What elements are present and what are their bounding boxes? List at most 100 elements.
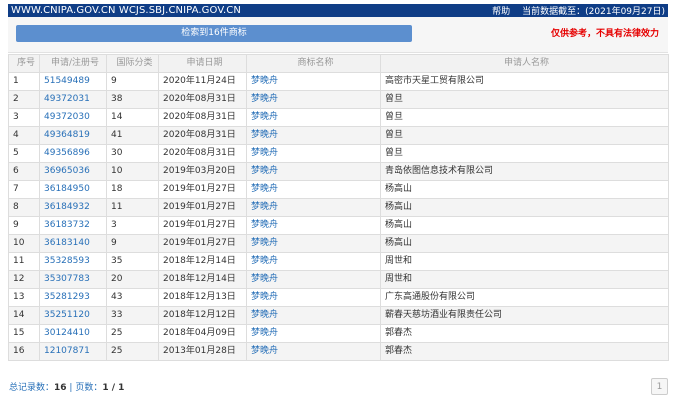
table-row: 3 49372030 14 2020年08月31日 梦晚舟 曾旦 (8, 108, 669, 127)
applicant-name: 杨高山 (380, 234, 669, 253)
table-row: 14 35251120 33 2018年12月12日 梦晚舟 蕲春天慈坊酒业有限责任公司 (8, 306, 669, 325)
header-applicant[interactable]: 申请人名称 (380, 54, 669, 73)
row-index: 1 (8, 72, 40, 91)
trademark-name-link[interactable]: 梦晚舟 (246, 252, 381, 271)
applicant-name: 曾旦 (380, 108, 669, 127)
pagination-summary: 总记录数：16 | 页数：1 / 1 (9, 380, 124, 393)
application-date: 2019年01月27日 (158, 198, 247, 217)
intl-class: 25 (106, 342, 159, 361)
header-reg-no[interactable]: 申请/注册号 (39, 54, 107, 73)
reg-number-link[interactable]: 35251120 (39, 306, 107, 325)
intl-class: 38 (106, 90, 159, 109)
table-row: 6 36965036 10 2019年03月20日 梦晚舟 青岛依图信息技术有限公司 (8, 162, 669, 181)
trademark-name-link[interactable]: 梦晚舟 (246, 234, 381, 253)
reg-number-link[interactable]: 49356896 (39, 144, 107, 163)
applicant-name: 郭春杰 (380, 342, 669, 361)
row-index: 6 (8, 162, 40, 181)
reg-number-link[interactable]: 36183732 (39, 216, 107, 235)
header-index[interactable]: 序号 (8, 54, 40, 73)
intl-class: 11 (106, 198, 159, 217)
reg-number-link[interactable]: 36184932 (39, 198, 107, 217)
application-date: 2019年01月27日 (158, 216, 247, 235)
trademark-name-link[interactable]: 梦晚舟 (246, 126, 381, 145)
row-index: 7 (8, 180, 40, 199)
application-date: 2019年01月27日 (158, 180, 247, 199)
reg-number-link[interactable]: 30124410 (39, 324, 107, 343)
site-url: WWW.CNIPA.GOV.CN WCJS.SBJ.CNIPA.GOV.CN (11, 5, 241, 16)
trademark-name-link[interactable]: 梦晚舟 (246, 342, 381, 361)
table-row: 11 35328593 35 2018年12月14日 梦晚舟 周世和 (8, 252, 669, 271)
reg-number-link[interactable]: 36965036 (39, 162, 107, 181)
table-row: 2 49372031 38 2020年08月31日 梦晚舟 曾旦 (8, 90, 669, 109)
reg-number-link[interactable]: 12107871 (39, 342, 107, 361)
applicant-name: 广东高通股份有限公司 (380, 288, 669, 307)
reg-number-link[interactable]: 35307783 (39, 270, 107, 289)
intl-class: 9 (106, 72, 159, 91)
reg-number-link[interactable]: 35328593 (39, 252, 107, 271)
table-row: 9 36183732 3 2019年01月27日 梦晚舟 杨高山 (8, 216, 669, 235)
trademark-name-link[interactable]: 梦晚舟 (246, 270, 381, 289)
trademark-name-link[interactable]: 梦晚舟 (246, 198, 381, 217)
applicant-name: 曾旦 (380, 144, 669, 163)
trademark-name-link[interactable]: 梦晚舟 (246, 162, 381, 181)
reg-number-link[interactable]: 49364819 (39, 126, 107, 145)
intl-class: 25 (106, 324, 159, 343)
row-index: 14 (8, 306, 40, 325)
row-index: 16 (8, 342, 40, 361)
page-count: 1 / 1 (102, 383, 125, 393)
applicant-name: 曾旦 (380, 126, 669, 145)
applicant-name: 杨高山 (380, 180, 669, 199)
application-date: 2019年01月27日 (158, 234, 247, 253)
intl-class: 10 (106, 162, 159, 181)
result-count-button[interactable]: 检索到16件商标 (16, 25, 412, 42)
applicant-name: 蕲春天慈坊酒业有限责任公司 (380, 306, 669, 325)
application-date: 2020年08月31日 (158, 90, 247, 109)
application-date: 2018年04月09日 (158, 324, 247, 343)
header-class[interactable]: 国际分类 (106, 54, 159, 73)
row-index: 10 (8, 234, 40, 253)
applicant-name: 郭春杰 (380, 324, 669, 343)
help-link[interactable]: 帮助 (492, 4, 510, 17)
table-row: 1 51549489 9 2020年11月24日 梦晚舟 高密市天星工贸有限公司 (8, 72, 669, 91)
reg-number-link[interactable]: 49372031 (39, 90, 107, 109)
row-index: 15 (8, 324, 40, 343)
table-row: 7 36184950 18 2019年01月27日 梦晚舟 杨高山 (8, 180, 669, 199)
row-index: 5 (8, 144, 40, 163)
header-date[interactable]: 申请日期 (158, 54, 247, 73)
header-trademark[interactable]: 商标名称 (246, 54, 381, 73)
application-date: 2020年11月24日 (158, 72, 247, 91)
reg-number-link[interactable]: 35281293 (39, 288, 107, 307)
trademark-name-link[interactable]: 梦晚舟 (246, 108, 381, 127)
trademark-name-link[interactable]: 梦晚舟 (246, 90, 381, 109)
row-index: 8 (8, 198, 40, 217)
applicant-name: 青岛依图信息技术有限公司 (380, 162, 669, 181)
intl-class: 35 (106, 252, 159, 271)
application-date: 2020年08月31日 (158, 144, 247, 163)
trademark-name-link[interactable]: 梦晚舟 (246, 306, 381, 325)
page-button[interactable]: 1 (651, 378, 668, 395)
trademark-name-link[interactable]: 梦晚舟 (246, 72, 381, 91)
trademark-name-link[interactable]: 梦晚舟 (246, 324, 381, 343)
trademark-name-link[interactable]: 梦晚舟 (246, 288, 381, 307)
row-index: 13 (8, 288, 40, 307)
reg-number-link[interactable]: 36184950 (39, 180, 107, 199)
reg-number-link[interactable]: 36183140 (39, 234, 107, 253)
row-index: 11 (8, 252, 40, 271)
row-index: 4 (8, 126, 40, 145)
application-date: 2013年01月28日 (158, 342, 247, 361)
intl-class: 33 (106, 306, 159, 325)
table-row: 4 49364819 41 2020年08月31日 梦晚舟 曾旦 (8, 126, 669, 145)
reg-number-link[interactable]: 49372030 (39, 108, 107, 127)
trademark-name-link[interactable]: 梦晚舟 (246, 144, 381, 163)
trademark-name-link[interactable]: 梦晚舟 (246, 216, 381, 235)
applicant-name: 高密市天星工贸有限公司 (380, 72, 669, 91)
top-bar-right: 帮助 当前数据截至：(2021年09月27日) (492, 4, 665, 17)
trademark-name-link[interactable]: 梦晚舟 (246, 180, 381, 199)
data-date: 当前数据截至：(2021年09月27日) (522, 7, 665, 17)
total-label: 总记录数： (9, 383, 55, 393)
table-row: 13 35281293 43 2018年12月13日 梦晚舟 广东高通股份有限公司 (8, 288, 669, 307)
applicant-name: 曾旦 (380, 90, 669, 109)
row-index: 2 (8, 90, 40, 109)
table-row: 15 30124410 25 2018年04月09日 梦晚舟 郭春杰 (8, 324, 669, 343)
reg-number-link[interactable]: 51549489 (39, 72, 107, 91)
